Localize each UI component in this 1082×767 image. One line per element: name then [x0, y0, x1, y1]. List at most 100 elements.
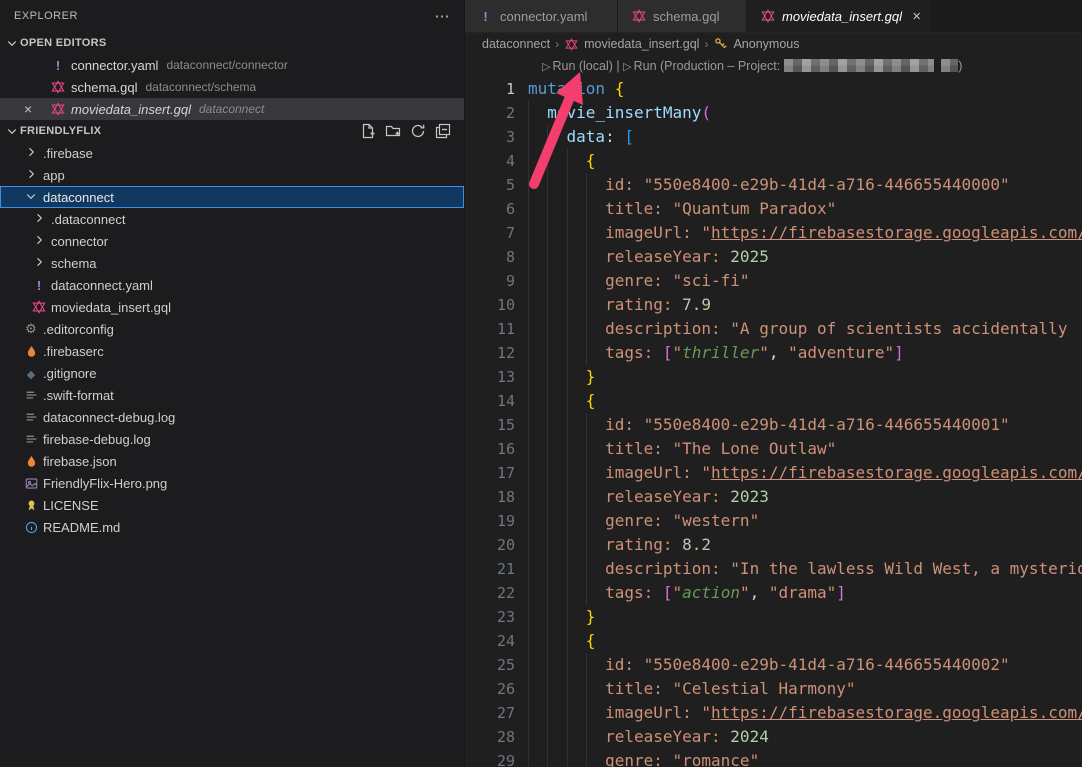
- tab-connector.yaml[interactable]: !connector.yaml: [465, 0, 618, 32]
- code-line-content[interactable]: title: "Celestial Harmony": [528, 677, 1082, 701]
- line-number[interactable]: 18: [465, 485, 528, 509]
- code-line-11[interactable]: 11 description: "A group of scientists a…: [465, 317, 1082, 341]
- line-number[interactable]: 1: [465, 77, 528, 101]
- line-number[interactable]: 21: [465, 557, 528, 581]
- line-number[interactable]: 9: [465, 269, 528, 293]
- line-number[interactable]: 13: [465, 365, 528, 389]
- code-line-17[interactable]: 17 imageUrl: "https://firebasestorage.go…: [465, 461, 1082, 485]
- line-number[interactable]: 15: [465, 413, 528, 437]
- project-section-header[interactable]: FRIENDLYFLIX: [0, 120, 464, 142]
- code-line-2[interactable]: 2 movie_insertMany(: [465, 101, 1082, 125]
- line-number[interactable]: 25: [465, 653, 528, 677]
- code-line-24[interactable]: 24 {: [465, 629, 1082, 653]
- tree-item-.firebaserc[interactable]: .firebaserc: [0, 340, 464, 362]
- tree-item-.dataconnect[interactable]: .dataconnect: [0, 208, 464, 230]
- line-number[interactable]: 20: [465, 533, 528, 557]
- code-line-content[interactable]: imageUrl: "https://firebasestorage.googl…: [528, 221, 1082, 245]
- tree-item-README.md[interactable]: README.md: [0, 516, 464, 538]
- open-editors-section-header[interactable]: OPEN EDITORS: [0, 32, 464, 54]
- line-number[interactable]: 17: [465, 461, 528, 485]
- code-line-content[interactable]: releaseYear: 2025: [528, 245, 1082, 269]
- line-number[interactable]: 12: [465, 341, 528, 365]
- code-line-6[interactable]: 6 title: "Quantum Paradox": [465, 197, 1082, 221]
- refresh-icon[interactable]: [410, 123, 426, 139]
- line-number[interactable]: 29: [465, 749, 528, 767]
- line-number[interactable]: 11: [465, 317, 528, 341]
- new-file-icon[interactable]: [360, 123, 376, 139]
- line-number[interactable]: 5: [465, 173, 528, 197]
- line-number[interactable]: 23: [465, 605, 528, 629]
- open-editor-item-schema.gql[interactable]: schema.gqldataconnect/schema: [0, 76, 464, 98]
- tree-item-firebase-debug.log[interactable]: firebase-debug.log: [0, 428, 464, 450]
- code-line-content[interactable]: id: "550e8400-e29b-41d4-a716-44665544000…: [528, 173, 1082, 197]
- tab-moviedata_insert.gql[interactable]: moviedata_insert.gql×: [747, 0, 932, 32]
- code-line-content[interactable]: imageUrl: "https://firebasestorage.googl…: [528, 701, 1082, 725]
- open-editor-item-connector.yaml[interactable]: !connector.yamldataconnect/connector: [0, 54, 464, 76]
- collapse-all-icon[interactable]: [435, 123, 451, 139]
- tree-item-dataconnect-debug.log[interactable]: dataconnect-debug.log: [0, 406, 464, 428]
- code-line-4[interactable]: 4 {: [465, 149, 1082, 173]
- code-line-3[interactable]: 3 data: [: [465, 125, 1082, 149]
- line-number[interactable]: 16: [465, 437, 528, 461]
- line-number[interactable]: 22: [465, 581, 528, 605]
- line-number[interactable]: 14: [465, 389, 528, 413]
- code-line-content[interactable]: movie_insertMany(: [528, 101, 1082, 125]
- code-line-20[interactable]: 20 rating: 8.2: [465, 533, 1082, 557]
- tree-item-.editorconfig[interactable]: ⚙.editorconfig: [0, 318, 464, 340]
- tree-item-app[interactable]: app: [0, 164, 464, 186]
- tree-item-.swift-format[interactable]: .swift-format: [0, 384, 464, 406]
- code-line-content[interactable]: title: "Quantum Paradox": [528, 197, 1082, 221]
- line-number[interactable]: 7: [465, 221, 528, 245]
- code-line-content[interactable]: {: [528, 389, 1082, 413]
- line-number[interactable]: 28: [465, 725, 528, 749]
- close-icon[interactable]: ×: [912, 8, 921, 25]
- code-line-content[interactable]: data: [: [528, 125, 1082, 149]
- tree-item-dataconnect.yaml[interactable]: !dataconnect.yaml: [0, 274, 464, 296]
- code-line-content[interactable]: description: "In the lawless Wild West, …: [528, 557, 1082, 581]
- code-line-content[interactable]: id: "550e8400-e29b-41d4-a716-44665544000…: [528, 413, 1082, 437]
- code-line-8[interactable]: 8 releaseYear: 2025: [465, 245, 1082, 269]
- more-actions-icon[interactable]: ⋯: [435, 7, 451, 25]
- line-number[interactable]: 27: [465, 701, 528, 725]
- code-line-26[interactable]: 26 title: "Celestial Harmony": [465, 677, 1082, 701]
- line-number[interactable]: 10: [465, 293, 528, 317]
- code-line-content[interactable]: mutation {: [528, 77, 1082, 101]
- code-line-content[interactable]: id: "550e8400-e29b-41d4-a716-44665544000…: [528, 653, 1082, 677]
- code-line-18[interactable]: 18 releaseYear: 2023: [465, 485, 1082, 509]
- code-line-content[interactable]: rating: 7.9: [528, 293, 1082, 317]
- code-line-13[interactable]: 13 }: [465, 365, 1082, 389]
- code-line-content[interactable]: }: [528, 365, 1082, 389]
- line-number[interactable]: 4: [465, 149, 528, 173]
- code-line-12[interactable]: 12 tags: ["thriller", "adventure"]: [465, 341, 1082, 365]
- code-line-content[interactable]: genre: "romance": [528, 749, 1082, 767]
- code-line-content[interactable]: imageUrl: "https://firebasestorage.googl…: [528, 461, 1082, 485]
- line-number[interactable]: 6: [465, 197, 528, 221]
- code-line-10[interactable]: 10 rating: 7.9: [465, 293, 1082, 317]
- code-line-content[interactable]: tags: ["action", "drama"]: [528, 581, 1082, 605]
- code-line-29[interactable]: 29 genre: "romance": [465, 749, 1082, 767]
- code-line-16[interactable]: 16 title: "The Lone Outlaw": [465, 437, 1082, 461]
- breadcrumb-symbol[interactable]: Anonymous: [733, 37, 799, 51]
- open-editor-item-moviedata_insert.gql[interactable]: ×moviedata_insert.gqldataconnect: [0, 98, 464, 120]
- code-line-content[interactable]: releaseYear: 2023: [528, 485, 1082, 509]
- line-number[interactable]: 26: [465, 677, 528, 701]
- code-line-19[interactable]: 19 genre: "western": [465, 509, 1082, 533]
- code-line-22[interactable]: 22 tags: ["action", "drama"]: [465, 581, 1082, 605]
- code-line-5[interactable]: 5 id: "550e8400-e29b-41d4-a716-446655440…: [465, 173, 1082, 197]
- line-number[interactable]: 19: [465, 509, 528, 533]
- tree-item-FriendlyFlix-Hero.png[interactable]: FriendlyFlix-Hero.png: [0, 472, 464, 494]
- code-line-content[interactable]: genre: "western": [528, 509, 1082, 533]
- code-line-content[interactable]: {: [528, 629, 1082, 653]
- tree-item-LICENSE[interactable]: LICENSE: [0, 494, 464, 516]
- code-line-14[interactable]: 14 {: [465, 389, 1082, 413]
- line-number[interactable]: 24: [465, 629, 528, 653]
- tab-schema.gql[interactable]: schema.gql: [618, 0, 747, 32]
- code-line-content[interactable]: }: [528, 605, 1082, 629]
- line-number[interactable]: 3: [465, 125, 528, 149]
- line-number[interactable]: 2: [465, 101, 528, 125]
- code-line-25[interactable]: 25 id: "550e8400-e29b-41d4-a716-44665544…: [465, 653, 1082, 677]
- tree-item-connector[interactable]: connector: [0, 230, 464, 252]
- tree-item-schema[interactable]: schema: [0, 252, 464, 274]
- new-folder-icon[interactable]: [385, 123, 401, 139]
- tree-item-.gitignore[interactable]: ◆.gitignore: [0, 362, 464, 384]
